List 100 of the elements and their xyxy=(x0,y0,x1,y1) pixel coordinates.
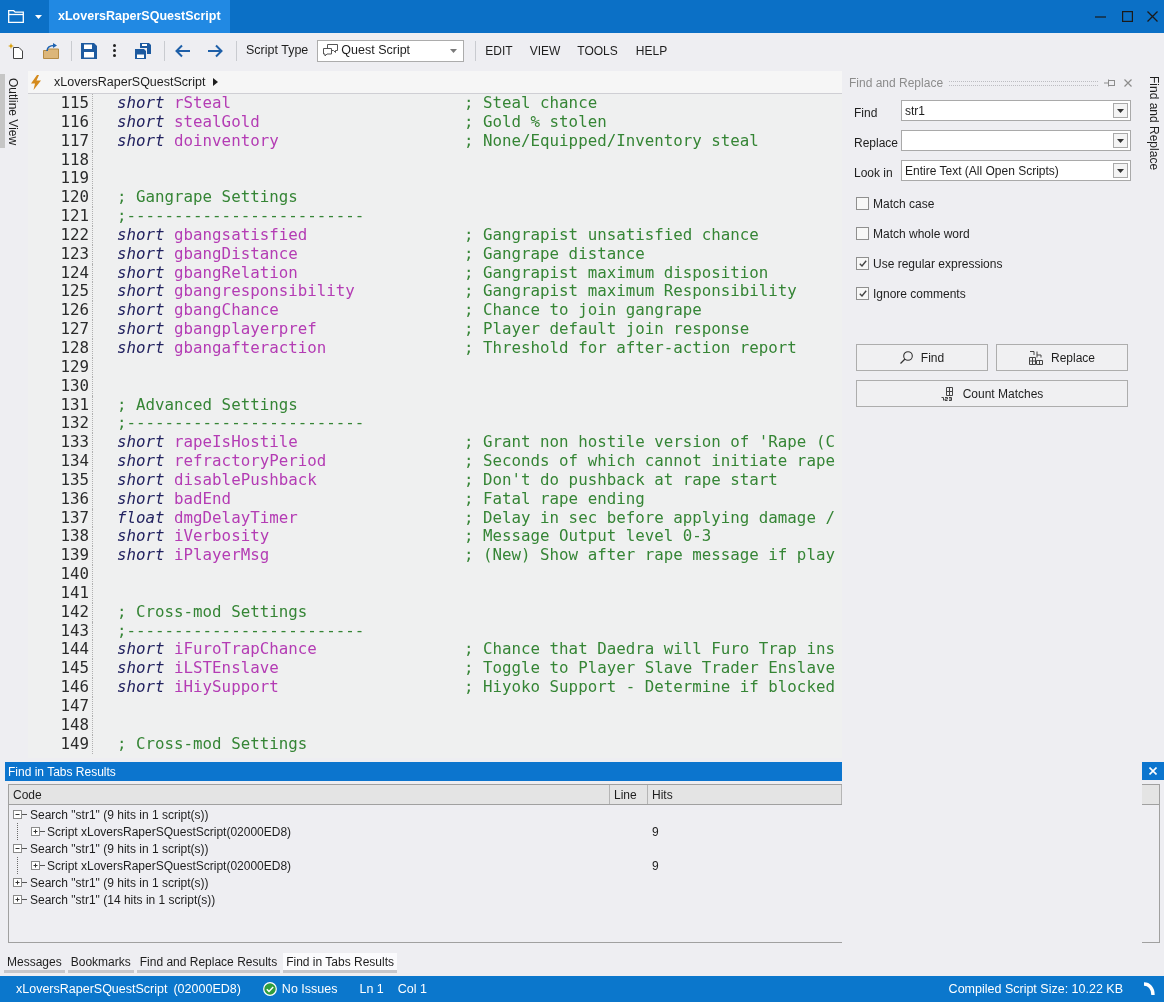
line-number: 118 xyxy=(60,149,89,169)
variable-name: disablePushback xyxy=(174,470,317,490)
more-icon[interactable] xyxy=(113,44,116,57)
code-comment: ; Toggle to Player Slave Trader Enslave xyxy=(464,659,835,679)
variable-name: gbangafteraction xyxy=(174,338,327,358)
search-result[interactable]: Search "str1" (14 hits in 1 script(s)) xyxy=(30,890,216,909)
variable-name: doinventory xyxy=(174,131,279,151)
menu-item[interactable]: VIEW xyxy=(529,41,561,60)
dropdown-button[interactable] xyxy=(1113,103,1128,118)
folder-icon[interactable] xyxy=(8,10,24,23)
save-icon[interactable] xyxy=(81,42,97,59)
checkbox-label: Match whole word xyxy=(873,225,970,243)
plus-icon[interactable] xyxy=(13,878,27,887)
side-panel-tab[interactable]: Find and Replace xyxy=(1146,76,1161,168)
checkmark-icon xyxy=(858,290,867,297)
code-comment: ; Chance to join gangrape xyxy=(464,301,702,321)
search-result[interactable]: Search "str1" (9 hits in 1 script(s)) xyxy=(30,839,209,858)
variable-name: gbangRelation xyxy=(174,263,298,283)
search-icon xyxy=(899,351,913,364)
line-number: 144 xyxy=(60,639,89,659)
script-type-label: Script Type xyxy=(246,42,309,60)
code-comment: ; Seconds of which cannot initiate rape xyxy=(464,452,835,471)
maximize-icon[interactable] xyxy=(1122,11,1133,22)
code-comment: ;------------------------- xyxy=(117,414,365,434)
line-number: 127 xyxy=(60,319,89,339)
variable-name: dmgDelayTimer xyxy=(174,508,298,528)
variable-name: gbangsatisfied xyxy=(174,225,308,245)
menu-item[interactable]: EDIT xyxy=(485,41,513,60)
compiled-size: Compiled Script Size: 10.22 KB xyxy=(948,980,1123,998)
line-number: 119 xyxy=(60,168,89,188)
variable-name: iPlayerMsg xyxy=(174,546,270,566)
close-icon[interactable] xyxy=(1147,11,1158,22)
plus-icon[interactable] xyxy=(13,895,27,904)
close-icon xyxy=(1149,767,1157,775)
line-number: 130 xyxy=(60,375,89,395)
script-result[interactable]: Script xLoversRaperSQuestScript(02000ED8) xyxy=(47,856,292,875)
find-button[interactable]: Find xyxy=(856,344,988,371)
code-comment: ; Gangrape Settings xyxy=(117,188,298,208)
close-button[interactable] xyxy=(1142,762,1164,780)
code-comment: ; Player default join response xyxy=(464,320,750,339)
variable-name: refractoryPeriod xyxy=(174,452,327,471)
panel-tab[interactable]: Bookmarks xyxy=(67,953,134,973)
checkbox[interactable] xyxy=(856,257,869,270)
menu-item[interactable]: HELP xyxy=(635,41,668,60)
new-file-icon[interactable] xyxy=(8,42,24,59)
breadcrumb-item[interactable]: xLoversRaperSQuestScript xyxy=(54,72,206,92)
code-keyword: short xyxy=(117,320,165,339)
code-comment: ; Message Output level 0-3 xyxy=(464,527,712,547)
script-type-dropdown[interactable]: Quest Script xyxy=(317,39,465,62)
save-all-icon[interactable] xyxy=(135,42,151,59)
script-result[interactable]: Script xLoversRaperSQuestScript(02000ED8) xyxy=(47,822,292,841)
caret-icon[interactable] xyxy=(213,78,219,86)
replace-button[interactable]: Replace xyxy=(996,344,1128,371)
column-header[interactable]: Code xyxy=(9,785,610,804)
code-keyword: float xyxy=(117,508,165,528)
code-comment: ; Fatal rape ending xyxy=(464,489,645,509)
checkbox-label: Ignore comments xyxy=(873,285,966,303)
panel-tab[interactable]: Messages xyxy=(4,953,65,973)
minus-icon[interactable] xyxy=(13,844,27,853)
dropdown-button[interactable] xyxy=(1113,163,1128,178)
line-number: 141 xyxy=(60,582,89,602)
variable-name: gbangresponsibility xyxy=(174,282,355,302)
checkbox[interactable] xyxy=(856,227,869,240)
back-arrow-icon[interactable] xyxy=(174,43,190,58)
line-number: 128 xyxy=(60,337,89,357)
variable-name: stealGold xyxy=(174,112,260,132)
code-keyword: short xyxy=(117,301,165,321)
code-comment: ; Threshold for after-action report xyxy=(464,338,797,358)
menu-item[interactable]: TOOLS xyxy=(577,41,618,60)
plus-icon[interactable] xyxy=(31,827,45,836)
line-number: 149 xyxy=(60,733,89,753)
column-header[interactable]: Hits xyxy=(648,785,842,804)
lightning-icon xyxy=(31,74,41,90)
code-comment: ; Don't do pushback at rape start xyxy=(464,470,778,490)
checkbox[interactable] xyxy=(856,287,869,300)
code-keyword: short xyxy=(117,452,165,471)
column-position: Col 1 xyxy=(397,980,427,998)
combo-box[interactable]: Entire Text (All Open Scripts) xyxy=(901,160,1131,181)
search-result[interactable]: Search "str1" (9 hits in 1 script(s)) xyxy=(30,873,209,892)
count-matches-button[interactable]: Count Matches xyxy=(856,380,1128,407)
dropdown-button[interactable] xyxy=(1113,133,1128,148)
line-number: 132 xyxy=(60,413,89,433)
checkbox[interactable] xyxy=(856,197,869,210)
column-header[interactable]: Line xyxy=(610,785,648,804)
line-number: 125 xyxy=(60,281,89,301)
search-result[interactable]: Search "str1" (9 hits in 1 script(s)) xyxy=(30,805,209,824)
panel-tab[interactable]: Find and Replace Results xyxy=(136,953,281,973)
minus-icon[interactable] xyxy=(13,810,27,819)
plus-icon[interactable] xyxy=(31,861,45,870)
open-folder-icon[interactable] xyxy=(43,42,59,59)
panel-tab[interactable]: Find in Tabs Results xyxy=(283,953,397,973)
document-tab[interactable]: xLoversRaperSQuestScript xyxy=(49,0,230,33)
forward-arrow-icon[interactable] xyxy=(208,43,224,58)
line-number: 147 xyxy=(60,696,89,715)
hits-count: 9 xyxy=(652,824,659,839)
pin-icon[interactable] xyxy=(1104,79,1116,87)
caret-icon xyxy=(1117,168,1124,173)
combo-box[interactable]: str1 xyxy=(901,100,1131,121)
close-icon[interactable] xyxy=(1124,79,1132,87)
outline-view-tab[interactable]: Outline View xyxy=(0,74,20,148)
